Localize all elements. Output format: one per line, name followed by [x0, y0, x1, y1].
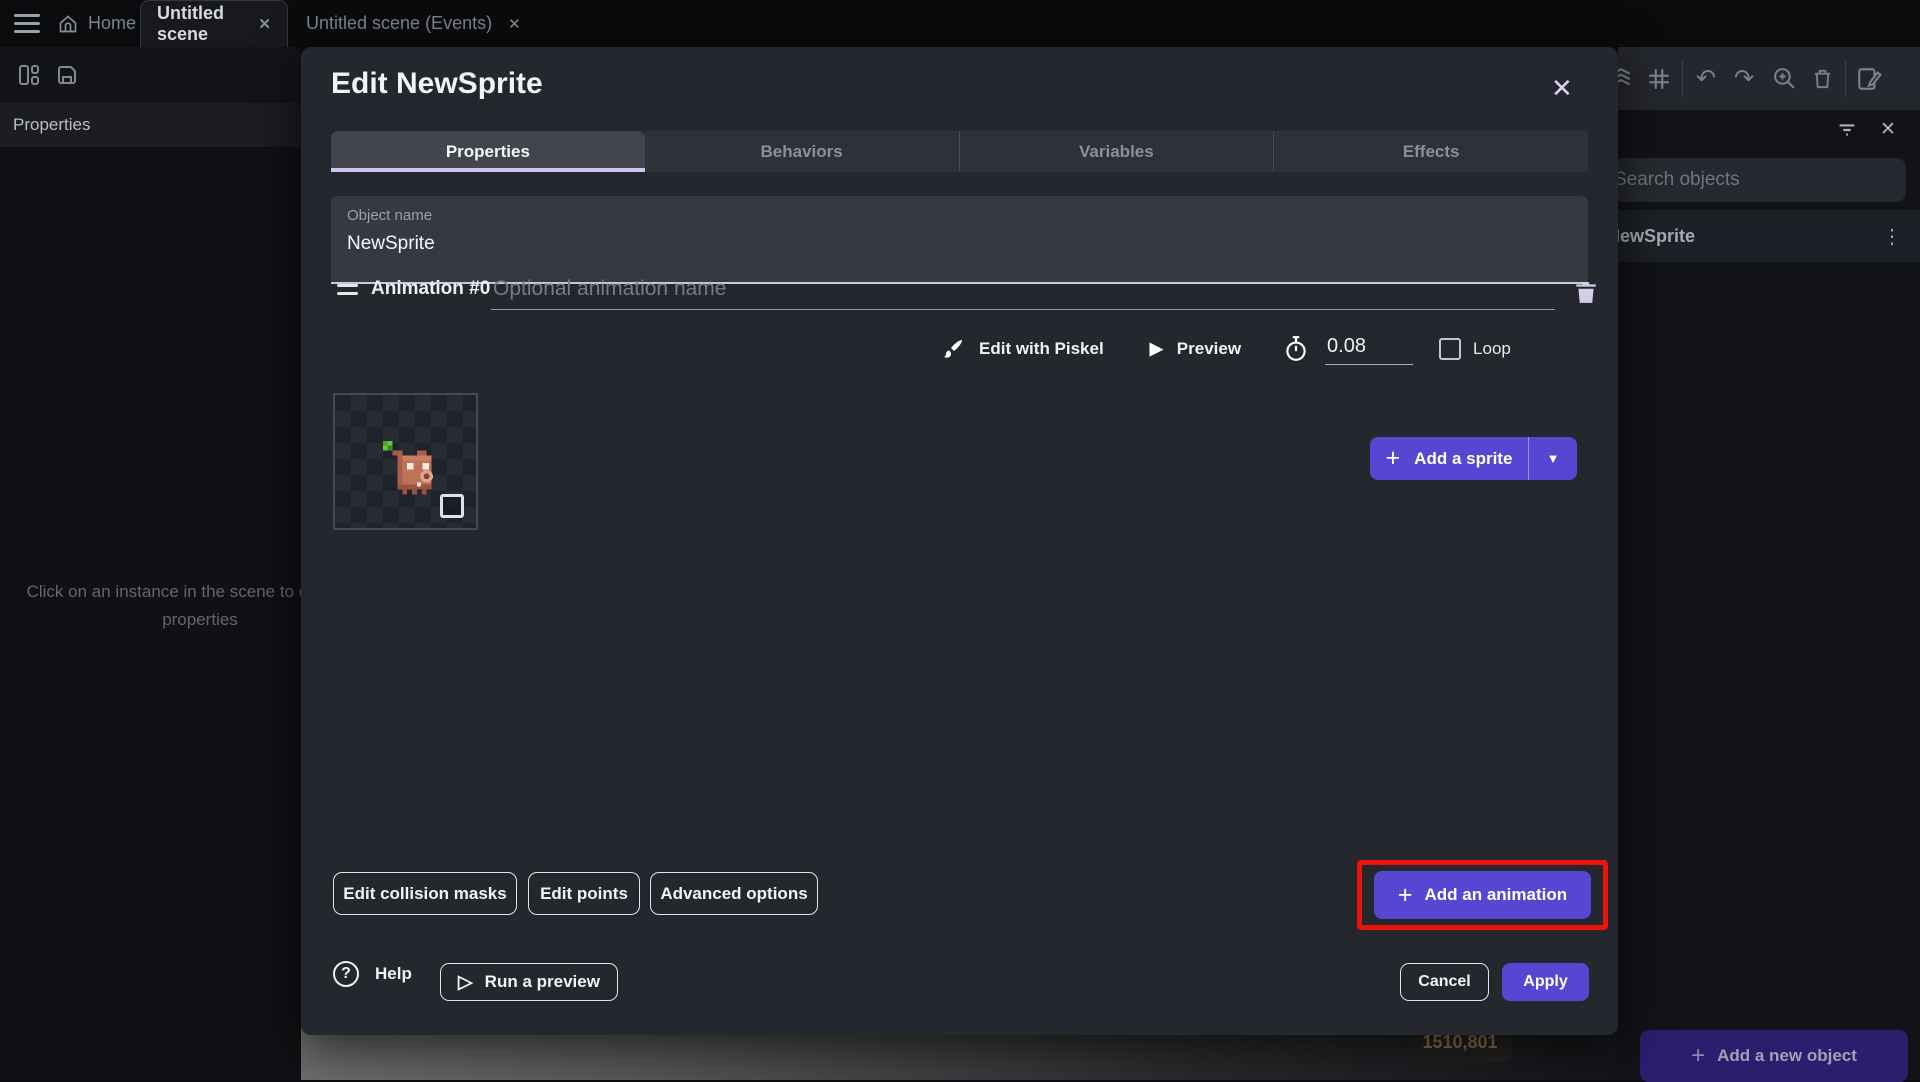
search-objects-input[interactable] [1598, 158, 1906, 202]
close-panel-icon[interactable]: ✕ [1880, 118, 1896, 141]
sprite-frame-thumbnail[interactable] [333, 393, 478, 530]
close-tab-icon[interactable]: ✕ [508, 15, 521, 33]
tab-untitled-scene-events[interactable]: Untitled scene (Events) ✕ [290, 0, 537, 47]
paintbrush-icon [944, 340, 962, 358]
loop-checkbox[interactable] [1439, 338, 1462, 360]
toolbar-divider [1845, 59, 1846, 98]
apply-button[interactable]: Apply [1502, 963, 1589, 1001]
tab-home-label: Home [88, 13, 137, 33]
animation-label: Animation #0 [371, 278, 491, 299]
add-new-object-label: Add a new object [1717, 1046, 1857, 1065]
zoom-in-icon[interactable] [1769, 64, 1799, 94]
properties-panel-header: Properties [0, 103, 301, 147]
dialog-tab-bar: Properties Behaviors Variables Effects [331, 131, 1588, 172]
animation-name-input[interactable] [491, 273, 1555, 310]
tab-properties[interactable]: Properties [331, 131, 645, 172]
top-tab-bar: Home Untitled scene ✕ Untitled scene (Ev… [0, 0, 1920, 47]
cancel-button[interactable]: Cancel [1400, 963, 1489, 1001]
tab-scene-label: Untitled scene [157, 3, 224, 44]
edit-collision-masks-button[interactable]: Edit collision masks [333, 872, 517, 915]
frame-select-checkbox[interactable] [440, 494, 464, 518]
tab-home[interactable]: Home [42, 0, 152, 47]
play-icon: ▶ [1149, 339, 1163, 358]
home-icon [59, 14, 77, 32]
animation-controls-row: Edit with Piskel ▶ Preview Loop [941, 327, 1588, 371]
advanced-options-button[interactable]: Advanced options [650, 872, 818, 915]
redo-icon[interactable]: ↷ [1729, 64, 1759, 94]
delete-icon[interactable] [1807, 64, 1837, 94]
add-sprite-split-button[interactable]: + Add a sprite ▼ [1370, 437, 1577, 480]
hamburger-menu-icon[interactable] [14, 14, 40, 33]
annotation-highlight-rectangle [1357, 860, 1608, 930]
object-name-field-value: NewSprite [347, 233, 435, 254]
add-new-object-button[interactable]: + Add a new object [1640, 1030, 1908, 1082]
delete-animation-icon[interactable] [1569, 275, 1603, 309]
dialog-title: Edit NewSprite [331, 67, 543, 100]
dialog-close-icon[interactable]: ✕ [1551, 75, 1573, 101]
scene-toolbar: ↶ ↷ [1611, 47, 1920, 110]
save-icon[interactable] [52, 60, 82, 90]
edit-points-button[interactable]: Edit points [528, 872, 640, 915]
objects-panel-header-icons: ✕ [1836, 118, 1896, 141]
loop-label: Loop [1473, 339, 1511, 358]
edit-scene-properties-icon[interactable] [1854, 64, 1884, 94]
undo-icon[interactable]: ↶ [1691, 64, 1721, 94]
close-tab-icon[interactable]: ✕ [258, 15, 271, 33]
help-button[interactable]: ? Help [333, 961, 412, 987]
chevron-down-icon: ▼ [1546, 451, 1560, 466]
tab-effects[interactable]: Effects [1273, 131, 1588, 172]
play-outline-icon: ▷ [458, 971, 473, 993]
panel-layout-icon[interactable] [14, 60, 44, 90]
animation-row: Animation #0 [331, 273, 1596, 315]
drag-handle-icon[interactable] [337, 284, 358, 300]
object-name-field[interactable]: Object name NewSprite [331, 196, 1588, 284]
properties-panel-title: Properties [13, 115, 91, 134]
add-sprite-dropdown-button[interactable]: ▼ [1529, 437, 1577, 480]
plus-icon: + [1691, 1042, 1706, 1069]
grid-icon[interactable] [1644, 64, 1674, 94]
left-toolbar [0, 47, 301, 103]
preview-button[interactable]: ▶ Preview [1150, 339, 1241, 359]
tab-untitled-scene[interactable]: Untitled scene ✕ [140, 0, 288, 47]
tab-variables[interactable]: Variables [958, 131, 1274, 172]
edit-with-piskel-button[interactable]: Edit with Piskel [941, 337, 1104, 361]
tab-behaviors[interactable]: Behaviors [644, 131, 959, 172]
object-list-item-newsprite[interactable]: NewSprite ⋮ [1598, 210, 1920, 262]
tab-events-label: Untitled scene (Events) [306, 13, 493, 33]
toolbar-divider [1682, 59, 1683, 98]
add-sprite-button[interactable]: + Add a sprite [1370, 437, 1529, 480]
plus-icon: + [1385, 444, 1401, 472]
filter-icon[interactable] [1836, 119, 1858, 141]
help-icon: ? [333, 961, 359, 987]
object-menu-icon[interactable]: ⋮ [1882, 224, 1902, 249]
run-a-preview-button[interactable]: ▷ Run a preview [440, 963, 618, 1001]
time-between-frames-input[interactable] [1325, 333, 1414, 365]
object-name-field-label: Object name [347, 207, 433, 224]
stopwatch-icon [1286, 336, 1306, 361]
